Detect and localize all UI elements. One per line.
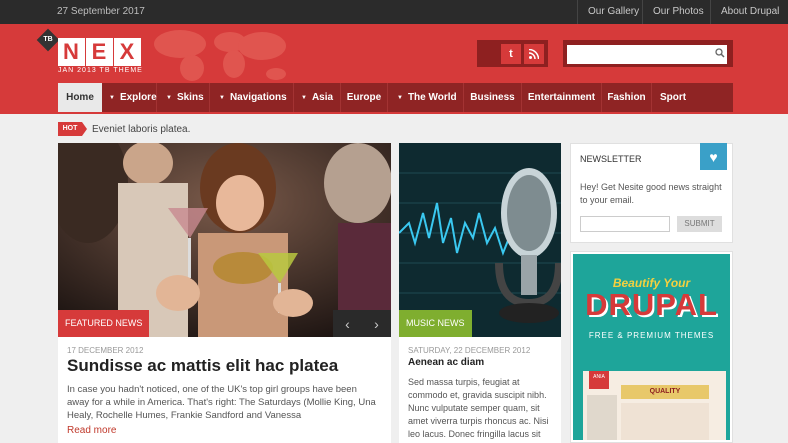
logo-letter: N [58, 38, 85, 66]
featured-article-card: FEATURED NEWS ‹ › 17 DECEMBER 2012 Sundi… [58, 143, 391, 443]
nav-item-explore[interactable]: ▼ Explore [102, 83, 157, 112]
article-title[interactable]: Sundisse ac mattis elit hac platea [67, 356, 338, 376]
slider-controls: ‹ › [333, 310, 391, 337]
nav-item-navigations[interactable]: ▼ Navigations [210, 83, 294, 112]
top-bar: 27 September 2017 Our Gallery Our Photos… [0, 0, 788, 24]
newsletter-email-field[interactable] [580, 216, 670, 232]
read-more-link[interactable]: Read more [67, 425, 116, 436]
current-date: 27 September 2017 [57, 6, 145, 17]
ad-image: Beautify Your DRUPAL FREE & PREMIUM THEM… [573, 254, 730, 440]
nav-item-sport[interactable]: Sport [652, 83, 733, 112]
search-input[interactable] [567, 45, 727, 64]
newsletter-submit-button[interactable]: SUBMIT [677, 216, 722, 232]
world-map-graphic [154, 30, 286, 81]
prev-arrow-icon[interactable]: ‹ [345, 316, 350, 332]
dropdown-arrow-icon: ▼ [109, 95, 115, 101]
ad-preview-sidebar [587, 395, 617, 440]
ad-quality-ribbon: QUALITY [621, 385, 709, 399]
nav-item-home[interactable]: Home [58, 83, 102, 112]
nav-item-the-world[interactable]: ▼ The World [388, 83, 464, 112]
ad-theme-preview: ANIA QUALITY [583, 371, 726, 440]
heart-icon: ♥ [700, 143, 727, 170]
next-arrow-icon[interactable]: › [374, 316, 379, 332]
top-links: Our Gallery Our Photos About Drupal [577, 0, 788, 24]
ad-subtitle: FREE & PREMIUM THEMES [588, 331, 715, 340]
nav-item-business[interactable]: Business [464, 83, 522, 112]
article-date: 17 DECEMBER 2012 [67, 346, 144, 355]
article-title[interactable]: Aenean ac diam [408, 357, 484, 368]
rss-icon[interactable] [524, 43, 544, 64]
hot-news-ticker[interactable]: Eveniet laboris platea. [92, 124, 190, 135]
newsletter-title: NEWSLETTER [580, 154, 642, 164]
site-logo[interactable]: N E X [58, 38, 142, 66]
dropdown-arrow-icon: ▼ [301, 95, 307, 101]
site-tagline: JAN 2013 TB THEME [58, 67, 143, 74]
nav-item-europe[interactable]: Europe [341, 83, 388, 112]
article-excerpt: In case you hadn't noticed, one of the U… [67, 384, 376, 421]
dropdown-arrow-icon: ▼ [397, 95, 403, 101]
top-link-about-drupal[interactable]: About Drupal [710, 0, 788, 24]
music-news-tag[interactable]: MUSIC NEWS [399, 310, 472, 337]
music-article-card: MUSIC NEWS SATURDAY, 22 DECEMBER 2012 Ae… [399, 143, 561, 443]
logo-letter: E [86, 38, 113, 66]
search-box [563, 40, 733, 67]
newsletter-widget: NEWSLETTER ♥ Hey! Get Nesite good news s… [570, 143, 733, 243]
article-excerpt: Sed massa turpis, feugiat at commodo et,… [408, 377, 549, 443]
logo-letter: X [114, 38, 141, 66]
tb-badge: TB [36, 28, 60, 52]
top-link-our-gallery[interactable]: Our Gallery [577, 0, 642, 24]
hot-badge: HOT [58, 122, 87, 136]
nav-item-asia[interactable]: ▼ Asia [294, 83, 341, 112]
dropdown-arrow-icon: ▼ [219, 95, 225, 101]
top-link-our-photos[interactable]: Our Photos [642, 0, 710, 24]
ad-preview-content [621, 403, 709, 440]
dropdown-arrow-icon: ▼ [166, 95, 172, 101]
twitter-icon[interactable]: t [501, 43, 521, 64]
main-navigation: Home ▼ Explore ▼ Skins ▼ Navigations ▼ Asia … [58, 83, 733, 112]
newsletter-text: Hey! Get Nesite good news straight to yo… [580, 182, 722, 205]
advertisement-banner[interactable]: Beautify Your DRUPAL FREE & PREMIUM THEM… [570, 251, 733, 443]
featured-news-tag[interactable]: FEATURED NEWS [58, 310, 150, 337]
nav-item-skins[interactable]: ▼ Skins [157, 83, 210, 112]
nav-item-entertainment[interactable]: Entertainment [522, 83, 602, 112]
ad-preview-badge: ANIA [589, 371, 609, 389]
featured-article-image[interactable]: FEATURED NEWS ‹ › [58, 143, 391, 337]
ad-drupal-text: DRUPAL [585, 287, 718, 322]
nav-item-fashion[interactable]: Fashion [602, 83, 652, 112]
social-links: t [477, 40, 548, 67]
search-icon[interactable] [715, 48, 725, 58]
article-date: SATURDAY, 22 DECEMBER 2012 [408, 346, 531, 355]
music-article-image[interactable]: MUSIC NEWS [399, 143, 561, 337]
